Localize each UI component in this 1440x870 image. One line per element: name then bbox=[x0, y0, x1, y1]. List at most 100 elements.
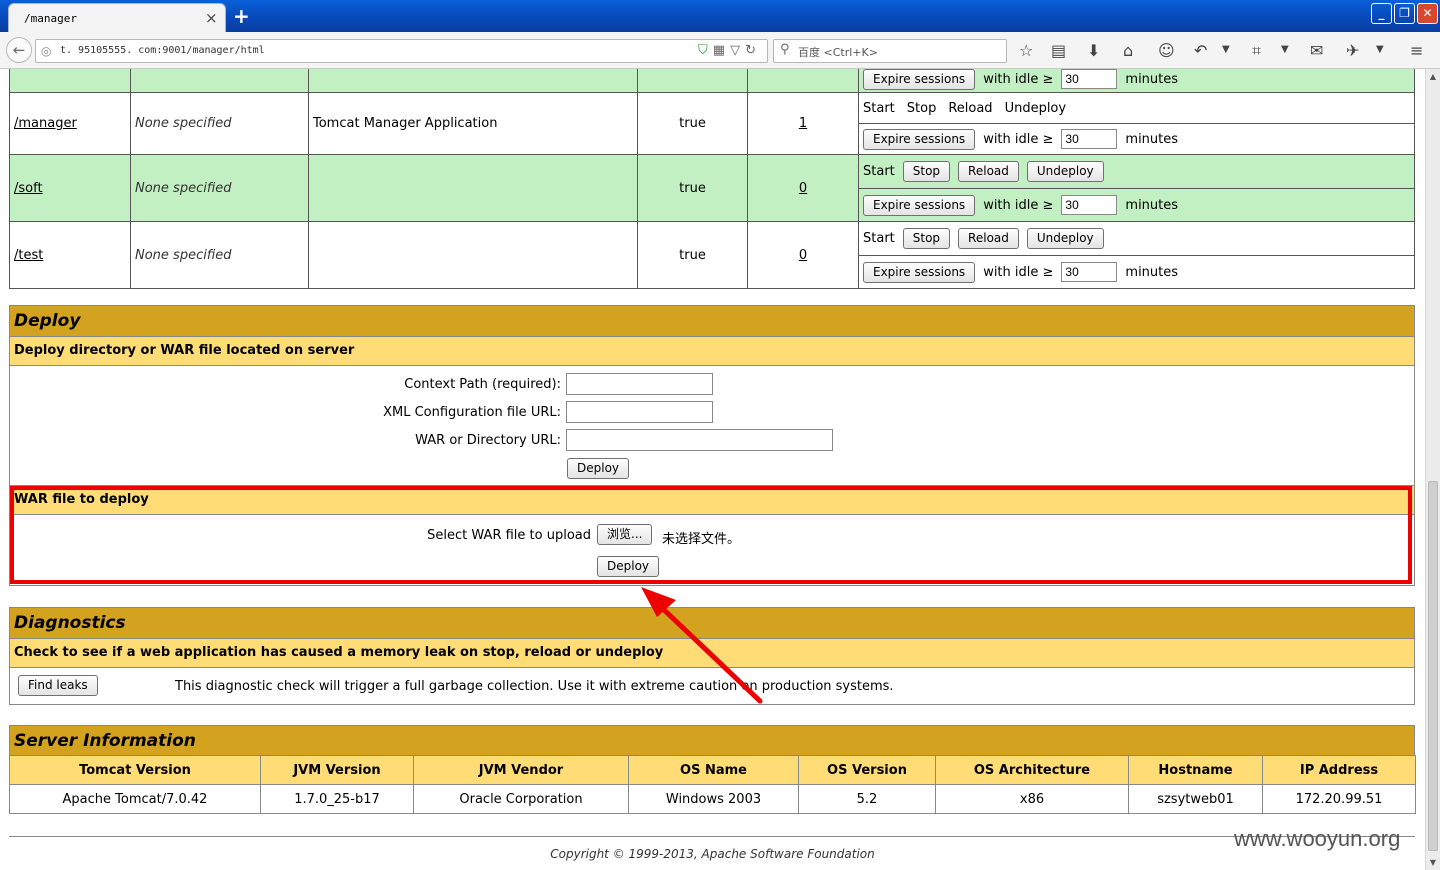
jvm-vendor-value: Oracle Corporation bbox=[413, 784, 629, 814]
minimize-icon[interactable]: _ bbox=[1371, 3, 1392, 24]
page-viewport: Expire sessions with idle ≥ minutes /man… bbox=[0, 69, 1425, 870]
header-ip-address: IP Address bbox=[1262, 755, 1416, 785]
sessions-link[interactable]: 0 bbox=[799, 248, 807, 263]
undo-icon[interactable]: ↶ bbox=[1194, 41, 1207, 60]
expire-sessions-button[interactable]: Expire sessions bbox=[863, 194, 976, 216]
commands-cell: Start Stop Reload Undeploy Expire sessio… bbox=[858, 221, 1415, 289]
stop-command: Stop bbox=[906, 100, 937, 116]
dropdown-icon[interactable]: ▽ bbox=[730, 43, 745, 58]
expire-sessions-button[interactable]: Expire sessions bbox=[863, 128, 976, 150]
minutes-label: minutes bbox=[1125, 71, 1179, 87]
search-placeholder: 百度 <Ctrl+K> bbox=[798, 46, 878, 59]
idle-minutes-input[interactable] bbox=[1061, 262, 1118, 282]
reading-list-icon[interactable]: ▤ bbox=[1051, 41, 1066, 60]
copyright-text: Copyright © 1999-2013, Apache Software F… bbox=[550, 847, 875, 861]
undo-dropdown-icon[interactable]: ▼ bbox=[1222, 44, 1230, 55]
sessions-link[interactable]: 1 bbox=[799, 116, 807, 131]
path-cell: /manager bbox=[9, 92, 131, 155]
commands-row: Start Stop Reload Undeploy bbox=[859, 155, 1414, 188]
idle-minutes-input[interactable] bbox=[1061, 69, 1118, 89]
crop-icon[interactable]: ⌗ bbox=[1252, 41, 1261, 61]
header-tomcat-version: Tomcat Version bbox=[9, 755, 261, 785]
expire-sessions-row: Expire sessions with idle ≥ minutes bbox=[859, 188, 1414, 221]
header-os-version: OS Version bbox=[798, 755, 936, 785]
menu-icon[interactable]: ≡ bbox=[1410, 41, 1423, 60]
os-name-value: Windows 2003 bbox=[628, 784, 799, 814]
table-row: /soft None specified true 0 Start Stop R… bbox=[9, 154, 1415, 222]
sessions-cell: 1 bbox=[747, 92, 859, 155]
cell bbox=[9, 69, 131, 93]
context-path-label: Context Path (required): bbox=[404, 377, 561, 392]
start-command: Start bbox=[863, 100, 895, 116]
xml-config-input[interactable] bbox=[566, 401, 713, 423]
scrollbar-thumb[interactable] bbox=[1428, 481, 1438, 851]
scroll-down-icon[interactable]: ▼ bbox=[1426, 855, 1440, 870]
stop-button[interactable]: Stop bbox=[902, 161, 951, 182]
restore-icon[interactable]: ❐ bbox=[1394, 3, 1415, 24]
find-leaks-button[interactable]: Find leaks bbox=[18, 675, 98, 696]
with-idle-label: with idle ≥ bbox=[983, 71, 1054, 87]
version-cell: None specified bbox=[130, 154, 309, 222]
scroll-up-icon[interactable]: ▲ bbox=[1426, 69, 1440, 84]
crop-dropdown-icon[interactable]: ▼ bbox=[1281, 44, 1289, 55]
browser-toolbar: ← ◎ t. 95105555. com:9001/manager/html ⛉… bbox=[0, 32, 1440, 69]
war-dir-input[interactable] bbox=[566, 429, 833, 451]
deploy-server-subtitle: Deploy directory or WAR file located on … bbox=[10, 337, 1414, 366]
idle-minutes-input[interactable] bbox=[1061, 195, 1118, 215]
chat-icon[interactable]: ✉ bbox=[1310, 41, 1323, 60]
address-bar[interactable]: ◎ t. 95105555. com:9001/manager/html ⛉▦▽… bbox=[35, 39, 768, 63]
running-cell: true bbox=[637, 221, 748, 289]
bookmark-star-icon[interactable]: ☆ bbox=[1019, 41, 1033, 60]
qr-code-icon[interactable]: ▦ bbox=[713, 43, 730, 58]
address-bar-icons: ⛉▦▽↻ bbox=[698, 43, 761, 58]
title-bar: /manager × + _ ❐ ✕ bbox=[0, 0, 1440, 32]
path-cell: /soft bbox=[9, 154, 131, 222]
cell bbox=[637, 69, 748, 93]
undeploy-button[interactable]: Undeploy bbox=[1026, 228, 1104, 249]
server-info-section: Server Information bbox=[9, 725, 1415, 756]
home-icon[interactable]: ⌂ bbox=[1123, 41, 1133, 60]
sessions-link[interactable]: 0 bbox=[799, 181, 807, 196]
table-row: /test None specified true 0 Start Stop R… bbox=[9, 221, 1415, 289]
new-tab-icon[interactable]: + bbox=[233, 4, 250, 28]
reload-button[interactable]: Reload bbox=[958, 161, 1019, 182]
app-path-link[interactable]: /manager bbox=[14, 116, 77, 131]
diagnostics-body: Find leaks This diagnostic check will tr… bbox=[10, 668, 1414, 706]
undeploy-button[interactable]: Undeploy bbox=[1026, 161, 1104, 182]
smiley-icon[interactable]: ☺ bbox=[1158, 41, 1175, 60]
diagnostics-description: This diagnostic check will trigger a ful… bbox=[175, 679, 894, 694]
back-arrow-icon[interactable]: ← bbox=[6, 37, 32, 63]
start-command: Start bbox=[863, 164, 895, 179]
extension-icon[interactable]: ✈ bbox=[1346, 41, 1359, 60]
expire-sessions-button[interactable]: Expire sessions bbox=[863, 261, 976, 283]
tab-close-icon[interactable]: × bbox=[205, 9, 218, 27]
table-header-row: Tomcat Version JVM Version JVM Vendor OS… bbox=[9, 755, 1416, 785]
extension-dropdown-icon[interactable]: ▼ bbox=[1376, 44, 1384, 55]
stop-button[interactable]: Stop bbox=[902, 228, 951, 249]
app-path-link[interactable]: /soft bbox=[14, 181, 43, 196]
commands-cell: Expire sessions with idle ≥ minutes bbox=[858, 69, 1415, 93]
with-idle-label: with idle ≥ bbox=[983, 131, 1054, 147]
vertical-scrollbar[interactable]: ▲ ▼ bbox=[1425, 69, 1440, 870]
minutes-label: minutes bbox=[1125, 197, 1179, 213]
war-dir-label: WAR or Directory URL: bbox=[415, 433, 561, 448]
diagnostics-subtitle: Check to see if a web application has ca… bbox=[10, 639, 1414, 668]
refresh-icon[interactable]: ↻ bbox=[745, 43, 761, 58]
url-text: t. 95105555. com:9001/manager/html bbox=[60, 45, 265, 56]
download-icon[interactable]: ⬇ bbox=[1087, 41, 1100, 60]
reload-button[interactable]: Reload bbox=[958, 228, 1019, 249]
app-path-link[interactable]: /test bbox=[14, 248, 43, 263]
close-window-icon[interactable]: ✕ bbox=[1417, 3, 1438, 24]
context-path-input[interactable] bbox=[566, 373, 713, 395]
browser-tab[interactable]: /manager × bbox=[8, 3, 226, 32]
applications-table: Expire sessions with idle ≥ minutes /man… bbox=[9, 69, 1415, 289]
shield-icon[interactable]: ⛉ bbox=[698, 43, 713, 58]
deploy-server-button[interactable]: Deploy bbox=[567, 458, 630, 479]
path-cell: /test bbox=[9, 221, 131, 289]
search-bar[interactable]: ⚲ 百度 <Ctrl+K> bbox=[773, 39, 1007, 63]
running-cell: true bbox=[637, 154, 748, 222]
ip-address-value: 172.20.99.51 bbox=[1262, 784, 1416, 814]
expire-sessions-button[interactable]: Expire sessions bbox=[863, 69, 976, 90]
idle-minutes-input[interactable] bbox=[1061, 129, 1118, 149]
expire-sessions-row: Expire sessions with idle ≥ minutes bbox=[859, 255, 1414, 288]
